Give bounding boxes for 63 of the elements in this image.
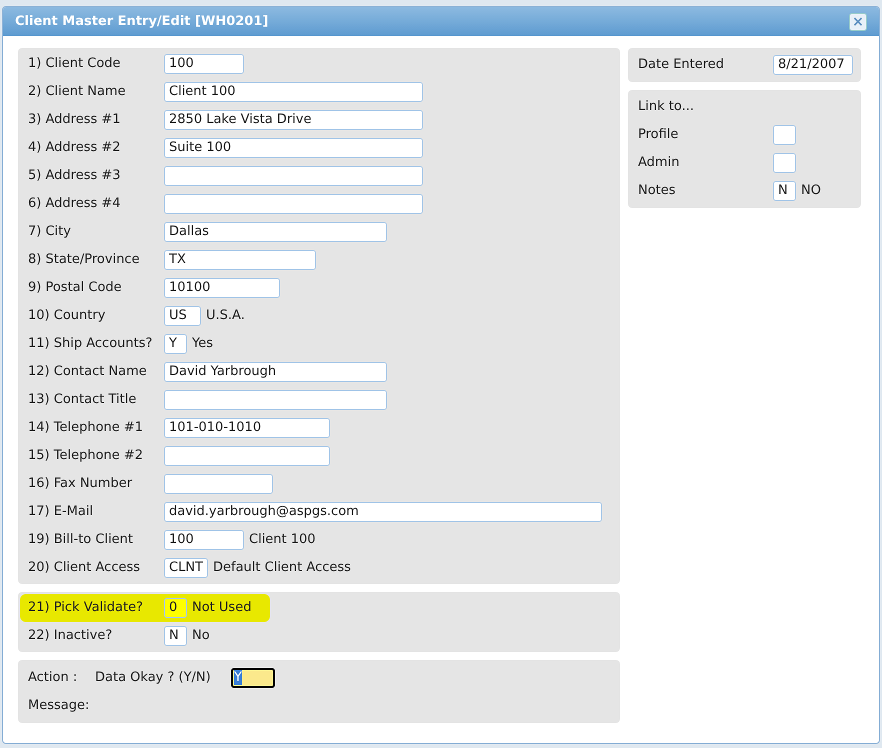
field-label: 6) Address #4 (28, 195, 122, 214)
field-label: 3) Address #1 (28, 111, 122, 130)
text-field[interactable] (773, 125, 796, 145)
field-label: 16) Fax Number (28, 475, 134, 494)
text-field[interactable]: 10100 (164, 278, 280, 298)
text-field[interactable]: Suite 100 (164, 138, 423, 158)
field-label: Profile (638, 126, 680, 144)
field-description: Yes (192, 335, 213, 354)
text-field[interactable] (164, 194, 423, 214)
field-description: Default Client Access (213, 559, 351, 578)
field-description: Not Used (192, 599, 252, 618)
text-field[interactable]: david.yarbrough@aspgs.com (164, 502, 602, 522)
field-label: 1) Client Code (28, 55, 122, 74)
text-field[interactable]: 100 (164, 530, 244, 550)
field-label: 14) Telephone #1 (28, 419, 144, 438)
field-label: 12) Contact Name (28, 363, 148, 382)
text-field[interactable]: TX (164, 250, 316, 270)
message-label: Message: (28, 697, 90, 716)
text-field[interactable]: Client 100 (164, 82, 423, 102)
text-field[interactable] (773, 153, 796, 173)
text-field[interactable]: US (164, 306, 201, 326)
text-field[interactable] (164, 446, 330, 466)
field-label: 13) Contact Title (28, 391, 138, 410)
field-label: 9) Postal Code (28, 279, 123, 298)
text-field[interactable]: 101-010-1010 (164, 418, 330, 438)
field-label: Admin (638, 154, 680, 172)
text-field[interactable]: 0 (164, 598, 187, 618)
field-label: Notes (638, 182, 677, 200)
text-field[interactable]: David Yarbrough (164, 362, 387, 382)
text-field[interactable]: 100 (164, 54, 244, 74)
text-field[interactable]: CLNT (164, 558, 208, 578)
field-label: 21) Pick Validate? (28, 599, 144, 618)
field-label: 11) Ship Accounts? (28, 335, 154, 354)
window-title: Client Master Entry/Edit [WH0201] (15, 12, 268, 31)
field-label: 19) Bill-to Client (28, 531, 134, 550)
text-field[interactable] (164, 474, 273, 494)
field-label: 20) Client Access (28, 559, 142, 578)
field-label: 4) Address #2 (28, 139, 122, 158)
field-label: 2) Client Name (28, 83, 127, 102)
section-title: Link to... (638, 98, 694, 116)
confirm-field[interactable]: Y (231, 668, 275, 688)
text-field[interactable] (164, 166, 423, 186)
text-field[interactable]: 2850 Lake Vista Drive (164, 110, 423, 130)
field-label: 15) Telephone #2 (28, 447, 144, 466)
text-field[interactable]: Dallas (164, 222, 387, 242)
field-label: 17) E-Mail (28, 503, 94, 522)
field-label: 8) State/Province (28, 251, 141, 270)
field-description: No (192, 627, 210, 646)
field-description: U.S.A. (206, 307, 245, 326)
field-description: Client 100 (249, 531, 316, 550)
text-field[interactable] (164, 390, 387, 410)
text-field[interactable]: Y (164, 334, 187, 354)
action-label: Action : (28, 669, 78, 688)
text-field[interactable]: N (164, 626, 187, 646)
text-field[interactable]: N (773, 181, 796, 201)
field-label: 22) Inactive? (28, 627, 114, 646)
field-label: 7) City (28, 223, 72, 242)
field-label: Date Entered (638, 56, 724, 74)
action-prompt: Data Okay ? (Y/N) (95, 669, 212, 688)
field-description: NO (801, 182, 821, 200)
date-field[interactable]: 8/21/2007 (773, 55, 853, 75)
field-label: 5) Address #3 (28, 167, 122, 186)
field-label: 10) Country (28, 307, 106, 326)
